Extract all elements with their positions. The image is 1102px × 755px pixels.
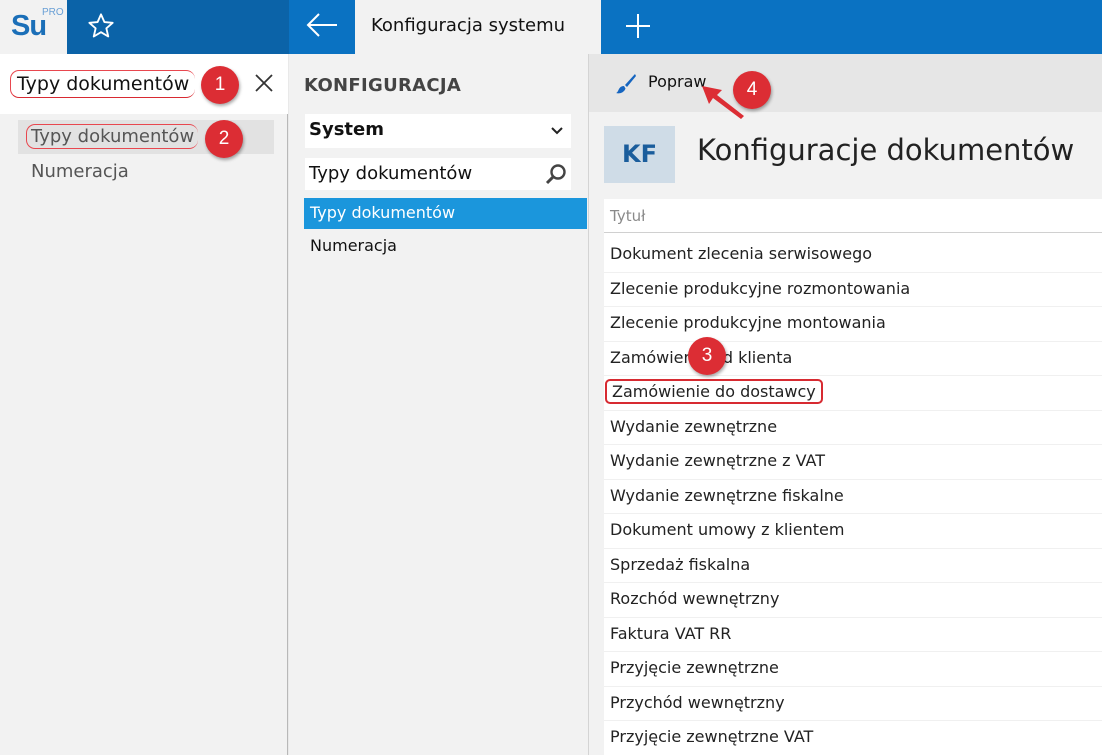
row-title: Faktura VAT RR bbox=[610, 623, 732, 643]
section-select-value: System bbox=[309, 119, 384, 140]
config-search-input[interactable]: Typy dokumentów bbox=[305, 158, 571, 190]
row-title: Sprzedaż fiskalna bbox=[610, 554, 751, 574]
toolbar: Popraw bbox=[589, 54, 1102, 112]
row-title: Przyjęcie zewnętrzne VAT bbox=[610, 727, 814, 746]
page-title: Konfiguracje dokumentów bbox=[697, 133, 1075, 167]
table-row[interactable]: Sprzedaż fiskalna bbox=[604, 549, 1102, 583]
table-row[interactable]: Zlecenie produkcyjne montowania bbox=[604, 307, 1102, 342]
config-search-value: Typy dokumentów bbox=[309, 163, 473, 184]
table-row[interactable]: Zamówienie od klienta bbox=[604, 342, 1102, 376]
row-title: Dokument zlecenia serwisowego bbox=[610, 244, 873, 263]
config-item-typy-dokumentow[interactable]: Typy dokumentów bbox=[304, 198, 587, 229]
table-row[interactable]: Przyjęcie zewnętrzne bbox=[604, 652, 1102, 687]
menu-item-label: Typy dokumentów bbox=[26, 124, 199, 149]
callout-marker: 2 bbox=[205, 120, 243, 158]
callout-marker: 3 bbox=[688, 337, 726, 375]
section-select[interactable]: System bbox=[305, 114, 571, 148]
tab-konfiguracja-systemu[interactable]: Konfiguracja systemu bbox=[355, 0, 601, 54]
content-panel: Popraw KF Konfiguracje dokumentów Tytuł … bbox=[589, 54, 1102, 755]
logo-badge: PRO bbox=[42, 7, 64, 18]
tab-label: Konfiguracja systemu bbox=[371, 15, 566, 36]
row-title: Dokument umowy z klientem bbox=[610, 520, 845, 539]
callout-marker: 1 bbox=[201, 66, 239, 104]
row-title: Wydanie zewnętrzne bbox=[610, 416, 778, 436]
table-row[interactable]: Wydanie zewnętrzne bbox=[604, 411, 1102, 445]
plus-icon[interactable] bbox=[624, 12, 652, 40]
table-row[interactable]: Dokument umowy z klientem bbox=[604, 514, 1102, 549]
table-row[interactable]: Zamówienie do dostawcy bbox=[604, 376, 1102, 411]
callout-arrow-icon bbox=[702, 86, 744, 119]
documents-table: Tytuł Dokument zlecenia serwisowego Zlece… bbox=[604, 199, 1102, 755]
config-item-label: Typy dokumentów bbox=[310, 203, 456, 222]
module-badge-text: KF bbox=[622, 140, 657, 168]
star-icon[interactable] bbox=[87, 12, 115, 40]
row-title: Zlecenie produkcyjne rozmontowania bbox=[610, 278, 911, 298]
app-logo[interactable]: Su PRO bbox=[0, 0, 67, 54]
chevron-down-icon bbox=[551, 127, 563, 135]
table-body: Dokument zlecenia serwisowego Zlecenie pr… bbox=[604, 238, 1102, 755]
row-title: Rozchód wewnętrzny bbox=[610, 589, 780, 608]
table-row[interactable]: Rozchód wewnętrzny bbox=[604, 583, 1102, 618]
table-row[interactable]: Przychód wewnętrzny bbox=[604, 687, 1102, 721]
column-header-label: Tytuł bbox=[610, 207, 646, 225]
row-title: Wydanie zewnętrzne fiskalne bbox=[610, 485, 844, 505]
configuration-panel: KONFIGURACJA System Typy dokumentów Typy… bbox=[289, 54, 589, 755]
edit-button[interactable]: Popraw bbox=[648, 72, 707, 91]
table-row[interactable]: Zlecenie produkcyjne rozmontowania bbox=[604, 273, 1102, 307]
logo-text: Su bbox=[11, 10, 47, 42]
back-arrow-icon[interactable] bbox=[305, 10, 339, 40]
row-title: Przyjęcie zewnętrzne bbox=[610, 658, 779, 677]
module-badge: KF bbox=[604, 126, 675, 183]
close-icon[interactable] bbox=[253, 72, 275, 94]
table-row[interactable]: Przyjęcie zewnętrzne VAT bbox=[604, 721, 1102, 755]
table-row[interactable]: Faktura VAT RR bbox=[604, 618, 1102, 652]
column-header-tytul[interactable]: Tytuł bbox=[604, 199, 1102, 233]
table-row[interactable]: Wydanie zewnętrzne fiskalne bbox=[604, 480, 1102, 514]
panel-title: KONFIGURACJA bbox=[304, 75, 462, 96]
row-title: Przychód wewnętrzny bbox=[610, 692, 785, 712]
favorites-area bbox=[67, 0, 289, 54]
row-title: Zamówienie do dostawcy bbox=[605, 379, 823, 404]
config-item-numeracja[interactable]: Numeracja bbox=[310, 236, 397, 255]
row-title: Wydanie zewnętrzne z VAT bbox=[610, 451, 825, 470]
menu-search-input[interactable]: Typy dokumentów bbox=[10, 70, 196, 98]
menu-search-row: Typy dokumentów bbox=[0, 54, 288, 114]
menu-item-numeracja[interactable]: Numeracja bbox=[31, 161, 129, 182]
row-title: Zlecenie produkcyjne montowania bbox=[610, 313, 886, 332]
brush-icon[interactable] bbox=[614, 72, 638, 96]
table-row[interactable]: Dokument zlecenia serwisowego bbox=[604, 238, 1102, 273]
left-navigation-panel: Typy dokumentów Typy dokumentów Numeracj… bbox=[0, 54, 288, 755]
table-row[interactable]: Wydanie zewnętrzne z VAT bbox=[604, 445, 1102, 480]
top-bar: Su PRO Konfiguracja systemu bbox=[0, 0, 1102, 54]
search-icon[interactable] bbox=[545, 163, 567, 185]
